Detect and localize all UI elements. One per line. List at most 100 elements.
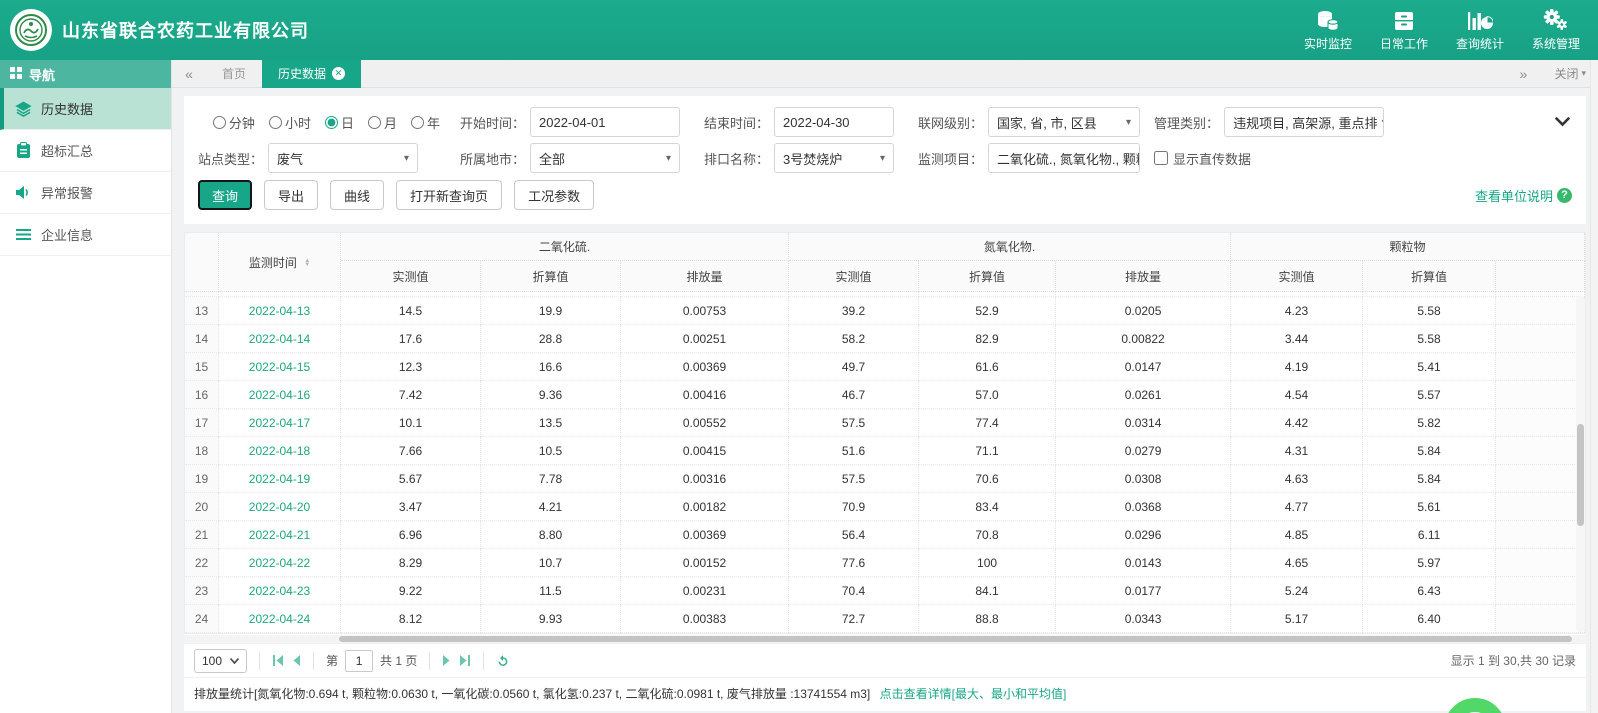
period-radio-year[interactable]: 年 xyxy=(411,113,440,132)
table-row: 162022-04-167.429.360.0041646.757.00.026… xyxy=(185,381,1585,409)
manage-type-select[interactable]: 违规项目, 高架源, 重点排 ▾ xyxy=(1224,107,1384,137)
monitor-project-field: 监测项目： 二氧化硫., 氮氧化物., 颗粒 ▾ xyxy=(918,143,1140,173)
sidebar-item-abnormal-alarm[interactable]: 异常报警 xyxy=(0,172,171,214)
horizontal-scrollbar[interactable] xyxy=(184,635,1586,643)
value-cell: 7.42 xyxy=(341,381,481,409)
row-number-cell: 18 xyxy=(185,437,219,465)
export-button[interactable]: 导出 xyxy=(264,180,318,210)
page-scrollbar[interactable] xyxy=(1590,60,1598,713)
topnav-query-stats[interactable]: 查询统计 xyxy=(1456,8,1504,52)
end-time-input[interactable] xyxy=(774,107,894,137)
network-level-select[interactable]: 国家, 省, 市, 区县 ▾ xyxy=(988,107,1140,137)
direct-data-checkbox[interactable]: 显示直传数据 xyxy=(1154,149,1251,168)
prev-page-icon[interactable] xyxy=(292,655,301,666)
sidebar-item-history-data[interactable]: 历史数据 xyxy=(0,88,171,130)
content: « 首页 历史数据 ✕ » 关闭 ▾ xyxy=(172,60,1598,713)
value-cell: 77.6 xyxy=(789,549,919,577)
date-link-cell[interactable]: 2022-04-15 xyxy=(219,353,341,381)
close-tabs-menu[interactable]: 关闭 ▾ xyxy=(1554,65,1586,82)
date-link-cell[interactable]: 2022-04-20 xyxy=(219,493,341,521)
value-cell: 0.0314 xyxy=(1056,409,1231,437)
condition-params-button[interactable]: 工况参数 xyxy=(514,180,594,210)
sidebar-item-exceed-summary[interactable]: 超标汇总 xyxy=(0,130,171,172)
curve-button[interactable]: 曲线 xyxy=(330,180,384,210)
value-cell: 0.00753 xyxy=(621,297,789,325)
col-header-emission: 排放量 xyxy=(1056,261,1231,292)
date-link-cell[interactable]: 2022-04-16 xyxy=(219,381,341,409)
value-cell: 0.00316 xyxy=(621,465,789,493)
date-link-cell[interactable]: 2022-04-14 xyxy=(219,325,341,353)
row-number-cell: 21 xyxy=(185,521,219,549)
col-header-converted: 折算值 xyxy=(919,261,1056,292)
empty-cell xyxy=(1496,493,1585,521)
page-size-select[interactable]: 100 xyxy=(194,649,247,673)
value-cell: 58.2 xyxy=(789,325,919,353)
date-link-cell[interactable]: 2022-04-19 xyxy=(219,465,341,493)
tab-home[interactable]: 首页 xyxy=(206,60,262,88)
refresh-icon[interactable] xyxy=(496,654,510,668)
city-select[interactable]: 全部 ▾ xyxy=(530,143,680,173)
chevrons-left-icon[interactable]: « xyxy=(172,66,206,82)
time-column-header[interactable]: 监测时间 ▲▼ xyxy=(219,233,341,292)
first-page-icon[interactable] xyxy=(272,655,285,666)
value-cell: 0.00369 xyxy=(621,353,789,381)
date-link-cell[interactable]: 2022-04-17 xyxy=(219,409,341,437)
date-link-cell[interactable]: 2022-04-13 xyxy=(219,297,341,325)
vertical-scrollbar[interactable] xyxy=(1576,296,1585,632)
date-link-cell[interactable]: 2022-04-24 xyxy=(219,605,341,633)
page-label-prefix: 第 xyxy=(326,652,338,669)
topnav-system-manage[interactable]: 系统管理 xyxy=(1532,8,1580,52)
close-icon[interactable]: ✕ xyxy=(332,67,345,80)
period-radio-minute[interactable]: 分钟 xyxy=(213,113,255,132)
value-cell: 0.00251 xyxy=(621,325,789,353)
value-cell: 5.58 xyxy=(1363,325,1496,353)
tab-label: 历史数据 xyxy=(278,65,326,82)
outlet-select[interactable]: 3号焚烧炉 ▾ xyxy=(774,143,894,173)
period-radio-hour[interactable]: 小时 xyxy=(269,113,311,132)
start-time-input[interactable] xyxy=(530,107,680,137)
value-cell: 4.42 xyxy=(1231,409,1363,437)
query-button[interactable]: 查询 xyxy=(198,180,252,210)
monitor-project-select[interactable]: 二氧化硫., 氮氧化物., 颗粒 ▾ xyxy=(988,143,1140,173)
station-type-select[interactable]: 废气 ▾ xyxy=(268,143,418,173)
value-cell: 70.8 xyxy=(919,521,1056,549)
value-cell: 0.0279 xyxy=(1056,437,1231,465)
value-cell: 0.0296 xyxy=(1056,521,1231,549)
unit-description-link[interactable]: 查看单位说明 ? xyxy=(1475,186,1572,205)
caret-down-icon: ▾ xyxy=(404,153,409,164)
value-cell: 0.00182 xyxy=(621,493,789,521)
next-page-icon[interactable] xyxy=(442,655,451,666)
date-link-cell[interactable]: 2022-04-22 xyxy=(219,549,341,577)
emission-summary-text: 排放量统计[氮氧化物:0.694 t, 颗粒物:0.0630 t, 一氧化碳:0… xyxy=(194,687,870,701)
last-page-icon[interactable] xyxy=(458,655,471,666)
sidebar-item-company-info[interactable]: 企业信息 xyxy=(0,214,171,256)
divider xyxy=(313,652,314,670)
date-link-cell[interactable]: 2022-04-23 xyxy=(219,577,341,605)
date-link-cell[interactable]: 2022-04-18 xyxy=(219,437,341,465)
station-type-label: 站点类型： xyxy=(198,149,263,168)
topnav-daily-work[interactable]: 日常工作 xyxy=(1380,8,1428,52)
topnav-realtime-monitor[interactable]: 实时监控 xyxy=(1304,8,1352,52)
date-link-cell[interactable]: 2022-04-21 xyxy=(219,521,341,549)
open-new-query-button[interactable]: 打开新查询页 xyxy=(396,180,502,210)
horizontal-scrollbar-thumb[interactable] xyxy=(339,636,1572,642)
chevrons-right-icon[interactable]: » xyxy=(1506,66,1540,82)
value-cell: 8.12 xyxy=(341,605,481,633)
period-radio-day[interactable]: 日 xyxy=(325,113,354,132)
value-cell: 0.00152 xyxy=(621,549,789,577)
view-detail-link[interactable]: 点击查看详情[最大、最小和平均值] xyxy=(880,687,1067,701)
filter-row-2: 站点类型： 废气 ▾ 所属地市： 全部 ▾ 排口 xyxy=(198,140,1572,176)
filter-row-1: 分钟 小时 日 月 年 开始时间： 结束时间： xyxy=(198,104,1572,140)
tab-history-data[interactable]: 历史数据 ✕ xyxy=(262,60,361,88)
list-icon xyxy=(14,229,32,240)
period-radio-month[interactable]: 月 xyxy=(368,113,397,132)
collapse-chevron-icon[interactable] xyxy=(1555,114,1570,130)
value-cell: 5.67 xyxy=(341,465,481,493)
value-cell: 70.6 xyxy=(919,465,1056,493)
vertical-scrollbar-thumb[interactable] xyxy=(1577,424,1584,526)
page-number-input[interactable] xyxy=(345,650,373,672)
group-header-nox: 氮氧化物. xyxy=(789,233,1231,261)
direct-data-checkbox-input[interactable] xyxy=(1154,151,1168,165)
value-cell: 3.47 xyxy=(341,493,481,521)
col-header-measured: 实测值 xyxy=(1231,261,1363,292)
